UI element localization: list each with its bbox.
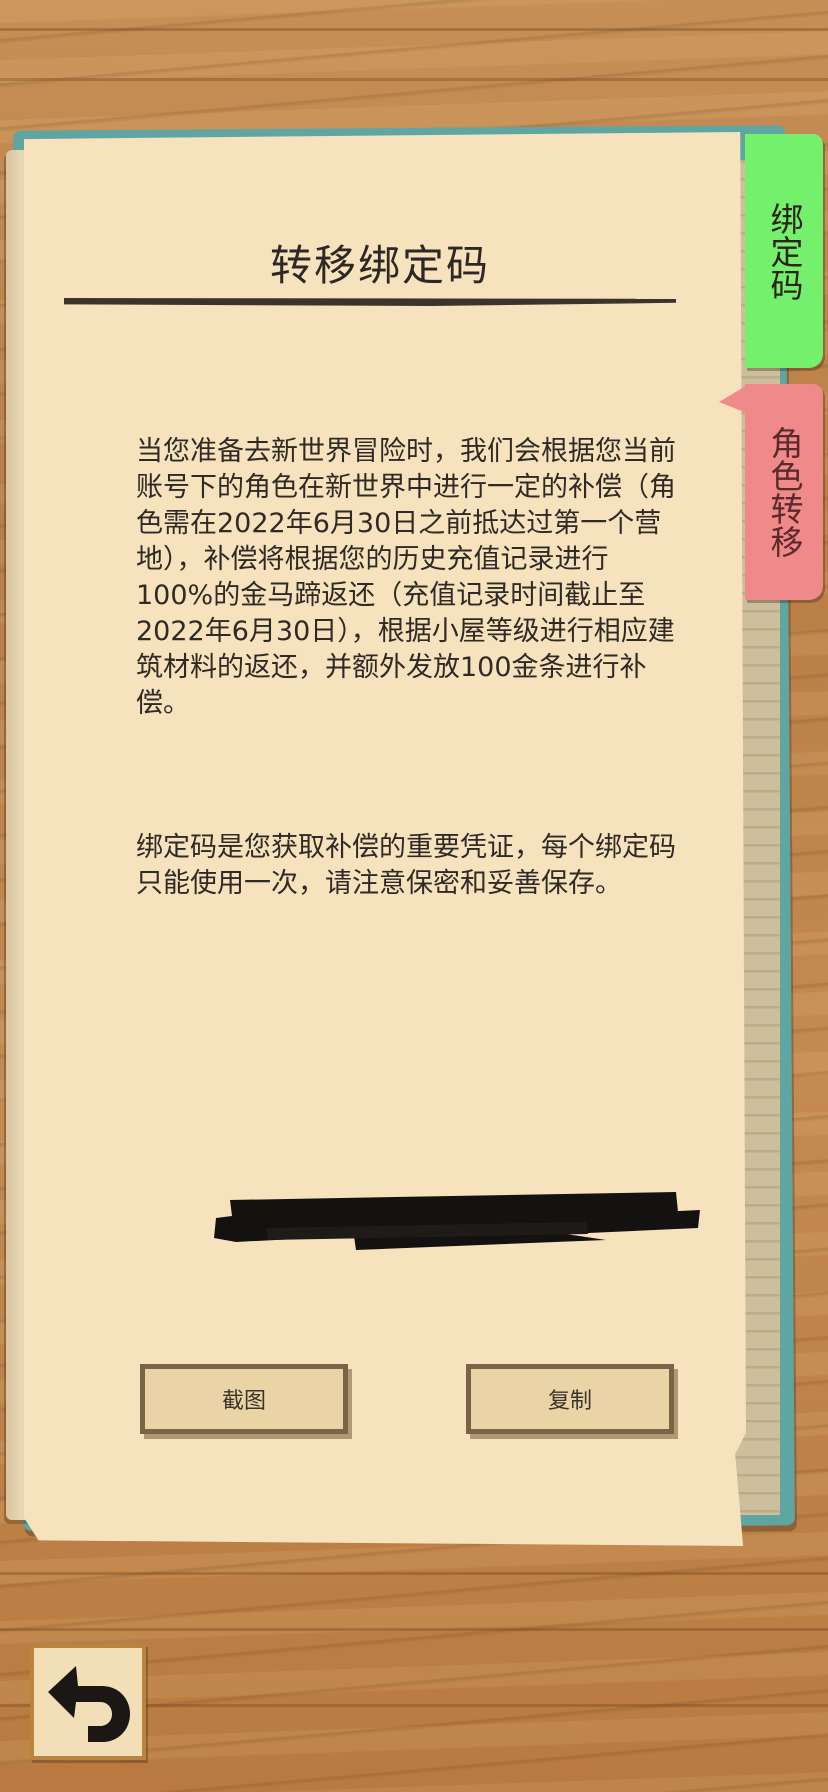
wood-plank-seam (0, 1572, 828, 1575)
screenshot-button-label: 截图 (221, 1389, 266, 1414)
tab-binding-code[interactable]: 绑定码 (745, 134, 823, 368)
copy-button-label: 复制 (547, 1389, 592, 1414)
back-arrow-icon (48, 1666, 130, 1742)
copy-button[interactable]: 复制 (466, 1364, 674, 1434)
description-text: 当您准备去新世界冒险时，我们会根据您当前账号下的角色在新世界中进行一定的补偿（角… (136, 362, 684, 1010)
redacted-binding-code (214, 1192, 700, 1250)
wood-plank-seam (0, 28, 828, 31)
wood-plank-seam (0, 78, 828, 81)
description-paragraph-1: 当您准备去新世界冒险时，我们会根据您当前账号下的角色在新世界中进行一定的补偿（角… (136, 436, 676, 719)
description-paragraph-2: 绑定码是您获取补偿的重要凭证，每个绑定码只能使用一次，请注意保密和妥善保存。 (136, 832, 676, 899)
game-screen: 绑定码 角色转移 转移绑定码 当您准备去新世界冒险时，我们会根据您当前账号下的角… (0, 0, 828, 1792)
wood-plank-seam (0, 1628, 828, 1631)
tab-binding-code-label: 绑定码 (765, 201, 804, 301)
screenshot-button[interactable]: 截图 (140, 1364, 348, 1434)
tab-character-transfer[interactable]: 角色转移 (745, 384, 823, 600)
page-title: 转移绑定码 (269, 241, 490, 290)
tab-character-transfer-label: 角色转移 (765, 426, 804, 558)
back-button[interactable] (30, 1644, 146, 1760)
